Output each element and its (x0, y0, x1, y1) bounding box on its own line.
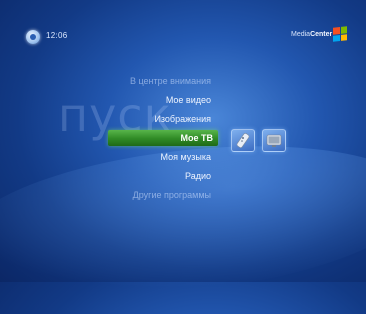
top-bar: 12:06 MediaCenter (0, 0, 366, 60)
tv-guide-icon (266, 134, 282, 147)
menu-item-radio[interactable]: Радио (185, 168, 216, 184)
menu-item-my-video[interactable]: Мое видео (166, 92, 216, 108)
remote-control-icon (236, 133, 250, 148)
brand-prefix: Media (291, 31, 311, 38)
menu-item-my-music[interactable]: Моя музыка (160, 149, 216, 165)
clock: 12:06 (46, 31, 68, 40)
home-start-icon[interactable] (26, 30, 40, 44)
brand-suffix: Center (310, 31, 333, 38)
tv-guide-tile[interactable] (262, 129, 286, 152)
windows-logo-icon (333, 26, 347, 42)
menu-item-my-tv[interactable]: Мое ТВ (108, 130, 218, 146)
remote-control-tile[interactable] (231, 129, 255, 152)
menu-item-pictures[interactable]: Изображения (154, 111, 216, 127)
menu-item-spotlight[interactable]: В центре внимания (130, 73, 216, 89)
media-center-brand: MediaCenter (291, 31, 332, 38)
menu-item-more-programs[interactable]: Другие программы (133, 187, 216, 203)
